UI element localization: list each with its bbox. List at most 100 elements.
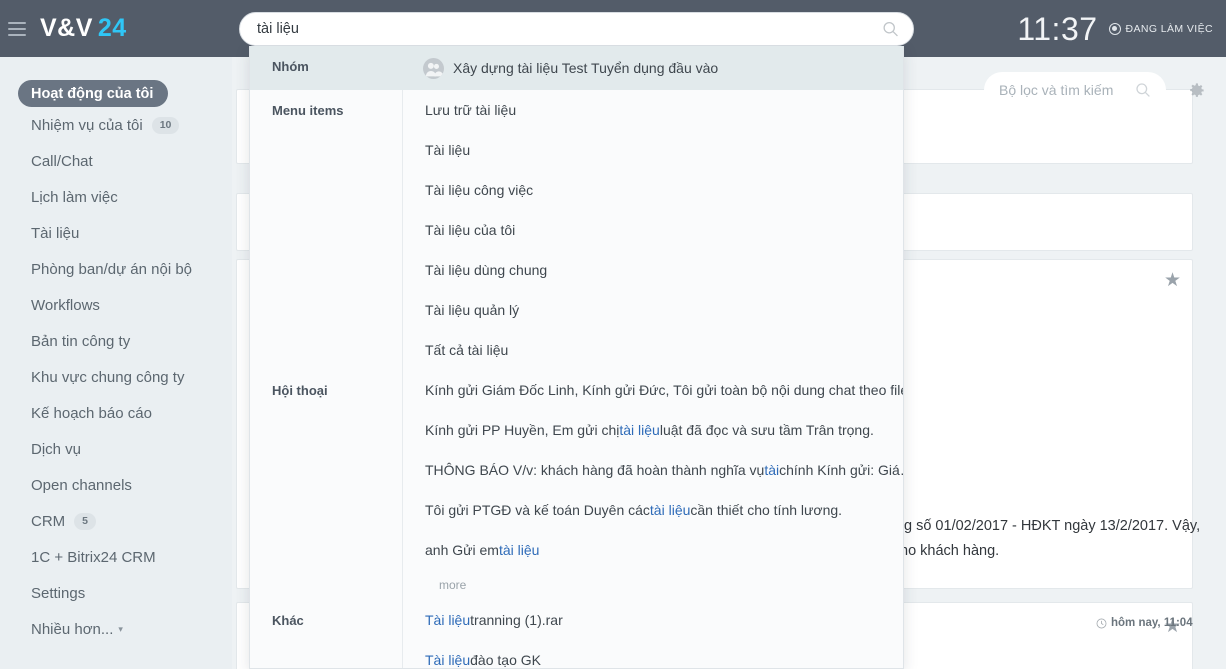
post-body-line: g số 01/02/2017 - HĐKT ngày 13/2/2017. V…	[904, 518, 1201, 534]
sidebar-item-label: Nhiều hơn...	[31, 620, 114, 638]
sidebar-item-workflows[interactable]: Workflows	[0, 287, 232, 323]
dropdown-item-conversation[interactable]: Tôi gửi PTGĐ và kế toán Duyên các tài li…	[403, 490, 903, 530]
conversation-text-pre: Kính gửi PP Huyền, Em gửi chị	[425, 422, 620, 438]
sidebar-item-company-news[interactable]: Bản tin công ty	[0, 323, 232, 359]
clock-icon	[1096, 618, 1107, 628]
sidebar-item-label: Tài liệu	[31, 224, 80, 242]
gear-icon[interactable]	[1187, 81, 1206, 100]
conversation-text-match: tài liệu	[498, 542, 540, 558]
sidebar-item-1c-bitrix24-crm[interactable]: 1C + Bitrix24 CRM	[0, 539, 232, 575]
sidebar-item-crm[interactable]: CRM 5	[0, 503, 232, 539]
sidebar-item-label: Call/Chat	[31, 152, 93, 170]
global-search-box[interactable]	[239, 12, 914, 46]
clock-status-area: 11:37 ĐANG LÀM VIỆC	[1017, 0, 1213, 57]
post-timestamp: hôm nay, 11:04	[1096, 617, 1193, 629]
dropdown-item-file[interactable]: Tài liệu đào tạo GK	[403, 640, 903, 668]
dropdown-section-label: Nhóm	[272, 59, 309, 74]
post-timestamp-text: hôm nay, 11:04	[1111, 617, 1193, 629]
dropdown-item-conversation[interactable]: Kính gửi Giám Đốc Linh, Kính gửi Đức, Tô…	[403, 370, 903, 410]
sidebar-item-calendar[interactable]: Lịch làm việc	[0, 179, 232, 215]
file-name-rest: tranning (1).rar	[470, 612, 563, 628]
sidebar-item-services[interactable]: Dịch vụ	[0, 431, 232, 467]
sidebar-item-open-channels[interactable]: Open channels	[0, 467, 232, 503]
conversation-text-pre: THÔNG BÁO V/v: khách hàng đã hoàn thành …	[425, 462, 765, 478]
search-icon[interactable]	[882, 21, 899, 38]
post-body-line: ho khách hàng.	[900, 543, 1000, 559]
dropdown-section-body: Lưu trữ tài liệu Tài liệu Tài liệu công …	[402, 90, 903, 370]
global-search	[239, 12, 914, 46]
dropdown-item-conversation[interactable]: Kính gửi PP Huyền, Em gửi chị tài liệu l…	[403, 410, 903, 450]
search-icon	[1136, 83, 1150, 97]
work-status[interactable]: ĐANG LÀM VIỆC	[1108, 22, 1213, 35]
sidebar-item-my-activity[interactable]: Hoạt động của tôi	[18, 80, 168, 107]
dropdown-item-conversation[interactable]: anh Gửi em tài liệu	[403, 530, 903, 570]
conversation-text-post: luật đã đọc và sưu tầm Trân trọng.	[659, 422, 874, 438]
dropdown-section-body: Kính gửi Giám Đốc Linh, Kính gửi Đức, Tô…	[402, 370, 904, 600]
sidebar-item-label: CRM	[31, 512, 66, 530]
dropdown-item-group[interactable]: Xây dựng tài liệu Test Tuyển dụng đầu và…	[402, 46, 903, 90]
sidebar: Hoạt động của tôi Nhiệm vụ của tôi 10 Ca…	[0, 57, 232, 669]
dropdown-item-file[interactable]: Tài liệu tranning (1).rar	[403, 600, 903, 640]
dropdown-item-menu[interactable]: Tất cả tài liệu	[403, 330, 903, 370]
sidebar-item-label: Settings	[31, 584, 86, 602]
sidebar-item-report-plan[interactable]: Kế hoạch báo cáo	[0, 395, 232, 431]
dropdown-item-conversation[interactable]: THÔNG BÁO V/v: khách hàng đã hoàn thành …	[403, 450, 904, 490]
brand-logo[interactable]: V&V 24	[40, 14, 127, 43]
sidebar-item-label: Bản tin công ty	[31, 332, 131, 350]
dropdown-item-menu[interactable]: Tài liệu của tôi	[403, 210, 903, 250]
star-icon[interactable]: ★	[1164, 269, 1181, 292]
work-status-label: ĐANG LÀM VIỆC	[1125, 22, 1213, 35]
sidebar-item-label: Dịch vụ	[31, 440, 82, 458]
file-name-rest: đào tạo GK	[470, 652, 541, 668]
sidebar-item-label: Kế hoạch báo cáo	[31, 404, 152, 422]
dropdown-section-body: Tài liệu tranning (1).rar Tài liệu đào t…	[402, 600, 903, 668]
sidebar-item-my-tasks[interactable]: Nhiệm vụ của tôi 10	[0, 107, 232, 143]
dropdown-section-menu-items: Menu items Lưu trữ tài liệu Tài liệu Tài…	[250, 90, 903, 370]
sidebar-item-more[interactable]: Nhiều hơn... ▾	[0, 611, 232, 647]
sidebar-item-departments[interactable]: Phòng ban/dự án nội bộ	[0, 251, 232, 287]
search-suggestions-dropdown: Nhóm Xây dựng tài liệu Test Tuyển dụng đ…	[249, 46, 904, 669]
dropdown-section-label: Hội thoại	[272, 383, 328, 398]
dropdown-section-label: Menu items	[272, 103, 344, 118]
sidebar-item-call-chat[interactable]: Call/Chat	[0, 143, 232, 179]
sidebar-item-label: Phòng ban/dự án nội bộ	[31, 260, 193, 278]
record-dot-icon	[1108, 22, 1121, 35]
conversation-text-post: cần thiết cho tính lương.	[690, 502, 843, 518]
dropdown-section-groups: Nhóm Xây dựng tài liệu Test Tuyển dụng đ…	[250, 46, 903, 90]
filter-search-placeholder: Bộ lọc và tìm kiếm	[999, 82, 1114, 98]
dropdown-item-menu[interactable]: Lưu trữ tài liệu	[403, 90, 903, 130]
chevron-down-icon: ▾	[118, 623, 123, 634]
conversation-text-pre: Tôi gửi PTGĐ và kế toán Duyên các	[425, 502, 650, 518]
brand-name: V&V	[40, 14, 93, 42]
dropdown-item-label: Xây dựng tài liệu Test Tuyển dụng đầu và…	[453, 60, 719, 76]
file-name-match: Tài liệu	[425, 612, 471, 628]
sidebar-item-badge: 5	[74, 512, 97, 530]
file-name-match: Tài liệu	[425, 652, 471, 668]
conversation-text-match: tài liệu	[649, 502, 691, 518]
sidebar-item-company-area[interactable]: Khu vực chung công ty	[0, 359, 232, 395]
dropdown-item-menu[interactable]: Tài liệu dùng chung	[403, 250, 903, 290]
sidebar-item-label: 1C + Bitrix24 CRM	[31, 548, 156, 566]
sidebar-item-settings[interactable]: Settings	[0, 575, 232, 611]
sidebar-item-label: Lịch làm việc	[31, 188, 118, 206]
sidebar-item-documents[interactable]: Tài liệu	[0, 215, 232, 251]
conversation-text-match: tài	[764, 462, 780, 478]
conversation-text-match: tài liệu	[619, 422, 660, 438]
group-avatar-icon	[423, 57, 444, 79]
filter-search-box[interactable]: Bộ lọc và tìm kiếm	[984, 72, 1166, 108]
search-input[interactable]	[240, 13, 913, 45]
current-time: 11:37	[1017, 10, 1098, 47]
dropdown-item-menu[interactable]: Tài liệu công việc	[403, 170, 903, 210]
sidebar-item-label: Open channels	[31, 476, 132, 494]
dropdown-section-conversations: Hội thoại Kính gửi Giám Đốc Linh, Kính g…	[250, 370, 903, 600]
sidebar-item-badge: 10	[151, 116, 180, 134]
dropdown-item-menu[interactable]: Tài liệu	[403, 130, 903, 170]
sidebar-item-label: Nhiệm vụ của tôi	[31, 116, 143, 134]
dropdown-section-other: Khác Tài liệu tranning (1).rar Tài liệu …	[250, 600, 903, 668]
show-more-link[interactable]: more	[403, 570, 903, 600]
dropdown-section-label: Khác	[272, 613, 304, 628]
dropdown-item-menu[interactable]: Tài liệu quản lý	[403, 290, 903, 330]
conversation-text-pre: anh Gửi em	[425, 542, 499, 558]
hamburger-icon[interactable]	[8, 21, 26, 36]
conversation-text-post: chính Kính gửi: Giá…	[779, 462, 904, 478]
